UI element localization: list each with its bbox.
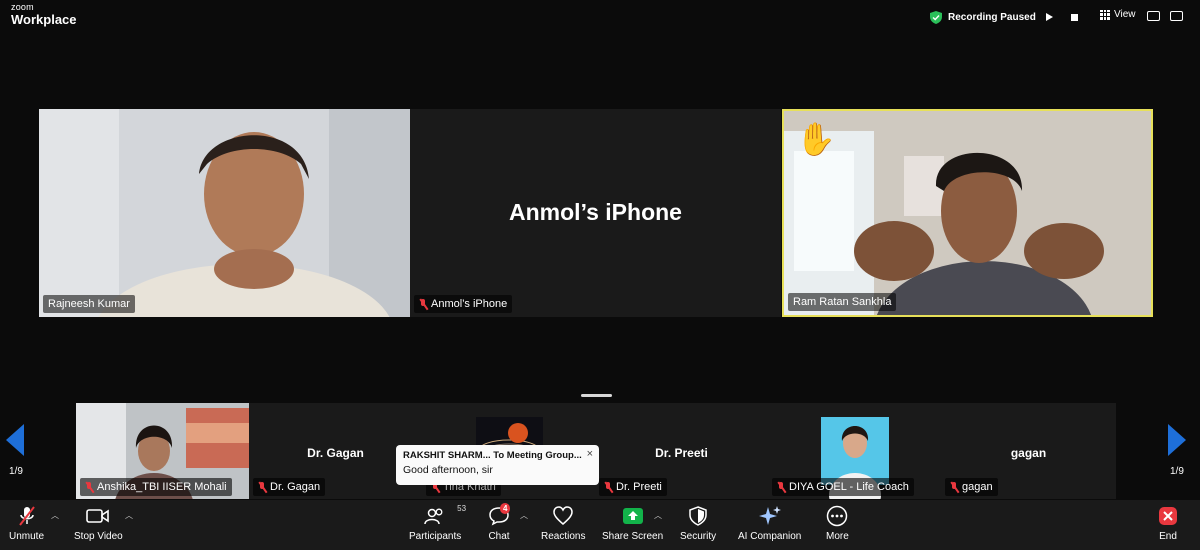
audio-options-caret-icon[interactable]: ︿ — [51, 510, 59, 521]
stop-recording-icon[interactable] — [1070, 13, 1078, 21]
unmute-label: Unmute — [9, 531, 45, 542]
page-indicator-left: 1/9 — [9, 466, 23, 477]
muted-mic-icon — [258, 481, 267, 493]
participants-count: 53 — [457, 504, 467, 513]
next-page-arrow-icon[interactable] — [1168, 424, 1186, 456]
chat-label: Chat — [488, 531, 510, 542]
share-screen-label: Share Screen — [602, 531, 664, 542]
participant-name: Anshika_TBI IISER Mohali — [97, 481, 227, 493]
more-button[interactable]: More — [826, 504, 849, 542]
participant-big-name: Anmol’s iPhone — [509, 199, 682, 225]
view-button[interactable]: View — [1100, 9, 1136, 20]
participants-icon: 53 — [423, 504, 466, 528]
panel-resize-handle[interactable] — [581, 394, 612, 397]
participant-name-label: DIYA GOEL - Life Coach — [772, 478, 914, 496]
participant-name: DIYA GOEL - Life Coach — [789, 481, 909, 493]
meeting-toolbar: Unmute ︿ Stop Video ︿ 53 Participants 4 … — [0, 500, 1200, 550]
previous-page-arrow-icon[interactable] — [6, 424, 24, 456]
participant-name-label: Anshika_TBI IISER Mohali — [80, 478, 232, 496]
chat-button[interactable]: 4 Chat — [488, 503, 511, 542]
participant-name-label: Rajneesh Kumar — [43, 295, 135, 313]
sparkle-icon — [758, 504, 782, 528]
strip-tile-diya-goel[interactable]: DIYA GOEL - Life Coach — [768, 403, 941, 499]
minimize-window-icon[interactable] — [1147, 11, 1160, 21]
reactions-label: Reactions — [541, 531, 586, 542]
participant-name-label: Dr. Gagan — [253, 478, 326, 496]
participant-name: Rajneesh Kumar — [48, 298, 130, 310]
muted-mic-icon — [419, 298, 428, 310]
top-bar: zoom Workplace Recording Paused View — [0, 0, 1200, 34]
close-icon[interactable]: × — [587, 448, 593, 460]
end-call-icon — [1158, 504, 1178, 528]
chat-toast-message: Good afternoon, sir — [403, 464, 493, 476]
participant-name: Ram Ratan Sankhla — [793, 296, 892, 308]
unmute-button[interactable]: Unmute — [9, 504, 44, 542]
muted-mic-icon — [950, 481, 959, 493]
zoom-logo: zoom Workplace — [11, 2, 77, 27]
participant-name: Dr. Preeti — [616, 481, 662, 493]
video-tile-anmol[interactable]: Anmol’s iPhone Anmol’s iPhone — [410, 109, 781, 317]
participant-name-label: Anmol’s iPhone — [414, 295, 513, 313]
recording-shield-icon — [930, 10, 942, 24]
end-label: End — [1159, 531, 1177, 542]
resume-recording-icon[interactable] — [1045, 13, 1053, 21]
ai-companion-label: AI Companion — [738, 531, 802, 542]
stop-video-label: Stop Video — [74, 531, 123, 542]
participant-center-name: Dr. Preeti — [655, 446, 708, 460]
video-tile-ram-ratan[interactable]: ✋ Ram Ratan Sankhla — [782, 109, 1153, 317]
muted-mic-icon — [777, 481, 786, 493]
participant-name-label: Ram Ratan Sankhla — [788, 293, 897, 311]
logo-zoom-text: zoom — [11, 2, 34, 12]
recording-status-text: Recording Paused — [948, 11, 1036, 23]
logo-workplace-text: Workplace — [11, 12, 77, 27]
grid-view-icon — [1100, 9, 1110, 20]
security-label: Security — [680, 531, 717, 542]
ai-companion-button[interactable]: AI Companion — [738, 504, 801, 542]
participant-name: Dr. Gagan — [270, 481, 321, 493]
muted-mic-icon — [604, 481, 613, 493]
end-meeting-button[interactable]: End — [1158, 504, 1178, 542]
security-button[interactable]: Security — [680, 504, 716, 542]
zoom-meeting-window: zoom Workplace Recording Paused View Raj… — [0, 0, 1200, 550]
participant-video-image — [39, 109, 410, 317]
video-camera-icon — [86, 504, 110, 528]
participant-center-name: gagan — [1010, 446, 1047, 460]
muted-mic-icon — [85, 481, 94, 493]
more-options-icon — [826, 504, 848, 528]
more-label: More — [826, 531, 849, 542]
fullscreen-window-icon[interactable] — [1170, 11, 1183, 21]
participant-name: Anmol’s iPhone — [431, 298, 508, 310]
share-options-caret-icon[interactable]: ︿ — [654, 510, 662, 521]
video-tile-rajneesh[interactable]: Rajneesh Kumar — [39, 109, 410, 317]
participants-label: Participants — [409, 531, 462, 542]
recording-indicator: Recording Paused — [930, 9, 1078, 25]
participant-video-image — [784, 111, 1151, 315]
participant-name-label: Dr. Preeti — [599, 478, 667, 496]
chat-bubble-icon: 4 — [488, 503, 511, 528]
strip-tile-dr-preeti[interactable]: Dr. Preeti Dr. Preeti — [595, 403, 768, 499]
muted-microphone-icon — [17, 504, 37, 528]
heart-icon — [552, 504, 574, 528]
stop-video-button[interactable]: Stop Video — [74, 504, 123, 542]
strip-tile-anshika[interactable]: Anshika_TBI IISER Mohali — [76, 403, 249, 499]
security-shield-icon — [689, 504, 707, 528]
participants-button[interactable]: 53 Participants — [409, 504, 466, 542]
reactions-button[interactable]: Reactions — [541, 504, 585, 542]
chat-notification-toast[interactable]: RAKSHIT SHARM... To Meeting Group... Goo… — [396, 445, 599, 485]
chat-options-caret-icon[interactable]: ︿ — [520, 510, 528, 521]
page-indicator-right: 1/9 — [1170, 466, 1184, 477]
chat-toast-title: RAKSHIT SHARM... To Meeting Group... — [403, 450, 582, 461]
participant-name: gagan — [962, 481, 993, 493]
video-options-caret-icon[interactable]: ︿ — [125, 510, 133, 521]
raised-hand-icon: ✋ — [796, 121, 836, 157]
share-screen-icon — [622, 504, 644, 528]
view-label: View — [1114, 9, 1136, 20]
participant-name-label: gagan — [945, 478, 998, 496]
strip-tile-gagan[interactable]: gagan gagan — [941, 403, 1116, 499]
